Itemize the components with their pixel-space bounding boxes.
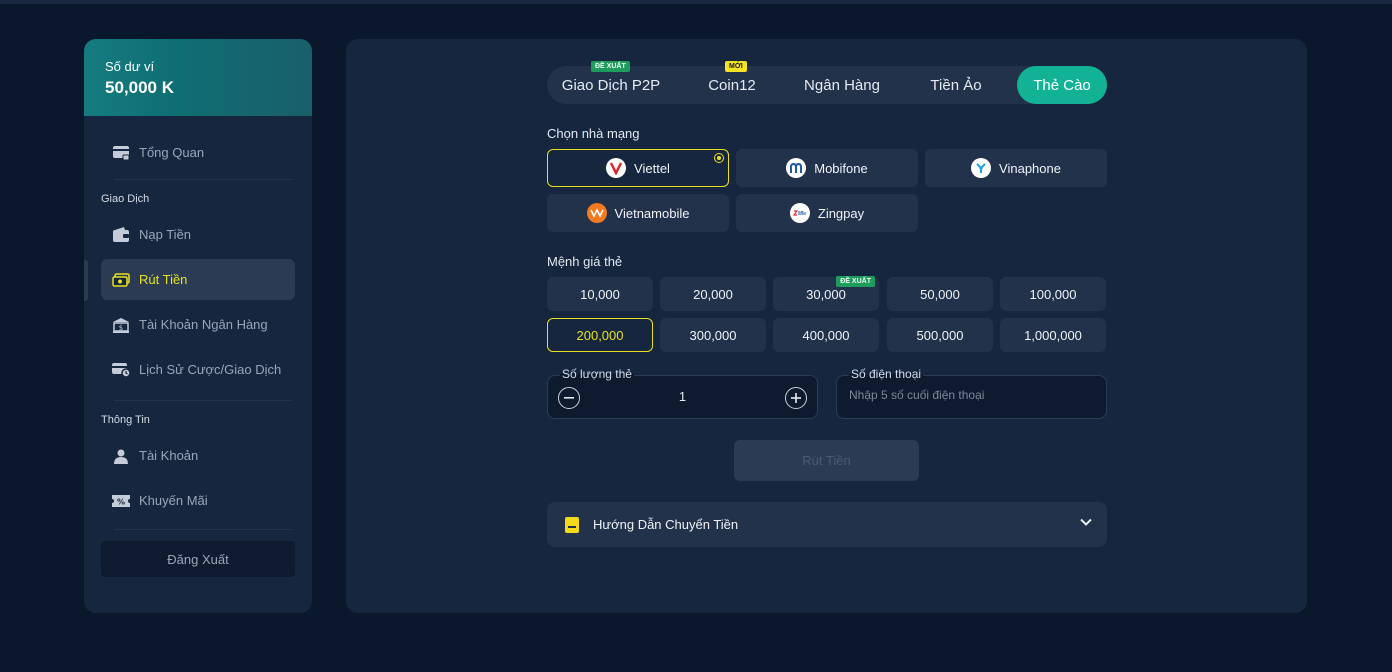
provider-label: Vinaphone <box>999 160 1061 176</box>
tab-label: Giao Dịch P2P <box>561 76 661 94</box>
phone-label: Số điện thoại <box>849 367 924 381</box>
coupon-icon: % <box>111 491 131 511</box>
sidebar-item-promotion[interactable]: % Khuyến Mãi <box>101 480 295 521</box>
active-indicator <box>84 260 88 301</box>
divider <box>114 400 292 401</box>
provider-mobifone[interactable]: Mobifone <box>736 149 918 187</box>
amount-option-selected[interactable]: 200,000 <box>547 318 653 352</box>
transfer-guide-accordion[interactable]: Hướng Dẫn Chuyển Tiền <box>547 502 1107 547</box>
sim-card-icon <box>565 516 579 533</box>
sidebar-item-label: Lịch Sử Cược/Giao Dịch <box>139 362 282 377</box>
sidebar-item-withdraw[interactable]: Rút Tiền <box>101 259 295 300</box>
new-badge: MỚI <box>725 61 747 72</box>
sidebar-item-label: Tài Khoản <box>139 448 199 463</box>
amount-value: 30,000 <box>806 286 846 302</box>
sidebar-item-history[interactable]: Lịch Sử Cược/Giao Dịch <box>101 349 295 390</box>
mobifone-logo-icon <box>786 158 807 178</box>
withdraw-panel: ĐỀ XUẤT Giao Dịch P2P MỚI Coin12 Ngân Hà… <box>346 39 1307 613</box>
quantity-label: Số lượng thẻ <box>560 367 634 381</box>
sidebar-item-label: Tổng Quan <box>139 145 205 160</box>
amount-option[interactable]: 10,000 <box>547 277 653 311</box>
sidebar-item-label: Rút Tiền <box>139 272 188 287</box>
wallet-icon <box>111 225 131 245</box>
selected-radio-icon <box>714 153 724 163</box>
phone-input[interactable] <box>849 388 1089 402</box>
cash-icon <box>111 270 131 290</box>
user-icon <box>111 446 131 466</box>
sidebar-item-bank-account[interactable]: $ Tài Khoản Ngân Hàng <box>101 304 295 345</box>
svg-text:$: $ <box>119 324 123 332</box>
divider <box>114 179 292 180</box>
chevron-down-icon <box>1079 515 1093 532</box>
quantity-value: 1 <box>678 389 687 404</box>
amount-option[interactable]: 500,000 <box>887 318 993 352</box>
provider-vietnamobile[interactable]: Vietnamobile <box>547 194 729 232</box>
amount-option[interactable]: 300,000 <box>660 318 766 352</box>
quantity-stepper: Số lượng thẻ 1 <box>547 367 818 419</box>
history-card-icon <box>111 360 131 380</box>
bank-icon: $ <box>111 315 131 335</box>
section-title-info: Thông Tin <box>101 414 150 426</box>
provider-label: Vietnamobile <box>614 205 690 221</box>
recommended-badge: ĐỀ XUẤT <box>591 61 630 72</box>
amount-option[interactable]: 100,000 <box>1000 277 1106 311</box>
balance-value: 50,000 K <box>105 78 174 97</box>
tab-label: Coin12 <box>708 76 756 94</box>
phone-field: Số điện thoại <box>836 367 1107 419</box>
divider <box>114 529 292 530</box>
plus-icon[interactable] <box>785 387 807 409</box>
vietnamobile-logo-icon <box>586 203 607 223</box>
sidebar-item-label: Tài Khoản Ngân Hàng <box>139 317 268 332</box>
provider-viettel[interactable]: Viettel <box>547 149 729 187</box>
amount-option[interactable]: 50,000 <box>887 277 993 311</box>
zingpay-logo-icon <box>789 203 810 223</box>
sidebar-item-deposit[interactable]: Nạp Tiền <box>101 214 295 255</box>
wallet-balance-card: Số dư ví 50,000 K <box>84 39 312 116</box>
recommended-badge: ĐỀ XUẤT <box>836 276 875 287</box>
tab-scratch-card[interactable]: Thẻ Cào <box>1017 66 1107 104</box>
payment-method-tabs: ĐỀ XUẤT Giao Dịch P2P MỚI Coin12 Ngân Hà… <box>547 61 1107 104</box>
logout-button[interactable]: Đăng Xuất <box>101 541 295 577</box>
section-title-transactions: Giao Dịch <box>101 193 150 205</box>
provider-label: Zingpay <box>817 205 865 221</box>
sidebar-item-label: Khuyến Mãi <box>139 493 208 508</box>
svg-text:%: % <box>117 497 125 506</box>
sidebar-nav-transactions: Giao Dịch Nạp Tiền Rút Tiền $ Tài Khoản … <box>84 190 312 390</box>
sidebar-item-overview[interactable]: Tổng Quan <box>101 132 295 173</box>
provider-label: Viettel <box>634 160 670 176</box>
balance-label: Số dư ví <box>105 59 155 74</box>
top-bar <box>0 0 1392 4</box>
amount-option[interactable]: 400,000 <box>773 318 879 352</box>
amount-option-recommended[interactable]: ĐỀ XUẤT 30,000 <box>773 276 879 311</box>
amount-option[interactable]: 1,000,000 <box>1000 318 1106 352</box>
dashboard-icon <box>111 143 131 163</box>
viettel-logo-icon <box>606 158 627 178</box>
sidebar-item-account[interactable]: Tài Khoản <box>101 435 295 476</box>
account-sidebar: Số dư ví 50,000 K Tổng Quan Giao Dịch Nạ… <box>84 39 312 613</box>
tab-bank[interactable]: Ngân Hàng <box>789 66 895 104</box>
provider-zingpay[interactable]: Zingpay <box>736 194 918 232</box>
sidebar-item-label: Nạp Tiền <box>139 227 192 242</box>
sidebar-nav-info: Thông Tin Tài Khoản % Khuyến Mãi <box>84 411 312 521</box>
tab-label: Tiền Ảo <box>930 76 982 94</box>
provider-vinaphone[interactable]: Vinaphone <box>925 149 1107 187</box>
amount-option[interactable]: 20,000 <box>660 277 766 311</box>
tab-p2p[interactable]: ĐỀ XUẤT Giao Dịch P2P <box>547 61 675 104</box>
withdraw-submit-button[interactable]: Rút Tiền <box>734 440 919 481</box>
tab-label: Thẻ Cào <box>1033 76 1091 94</box>
vinaphone-logo-icon <box>971 158 992 178</box>
provider-label: Chọn nhà mạng <box>547 126 640 141</box>
tab-coin12[interactable]: MỚI Coin12 <box>675 61 789 104</box>
tab-crypto[interactable]: Tiền Ảo <box>895 66 1017 104</box>
sidebar-nav: Tổng Quan <box>84 116 312 173</box>
guide-title: Hướng Dẫn Chuyển Tiền <box>593 517 739 532</box>
provider-label: Mobifone <box>814 160 868 176</box>
tab-label: Ngân Hàng <box>804 76 880 94</box>
amount-label: Mệnh giá thẻ <box>547 254 623 269</box>
